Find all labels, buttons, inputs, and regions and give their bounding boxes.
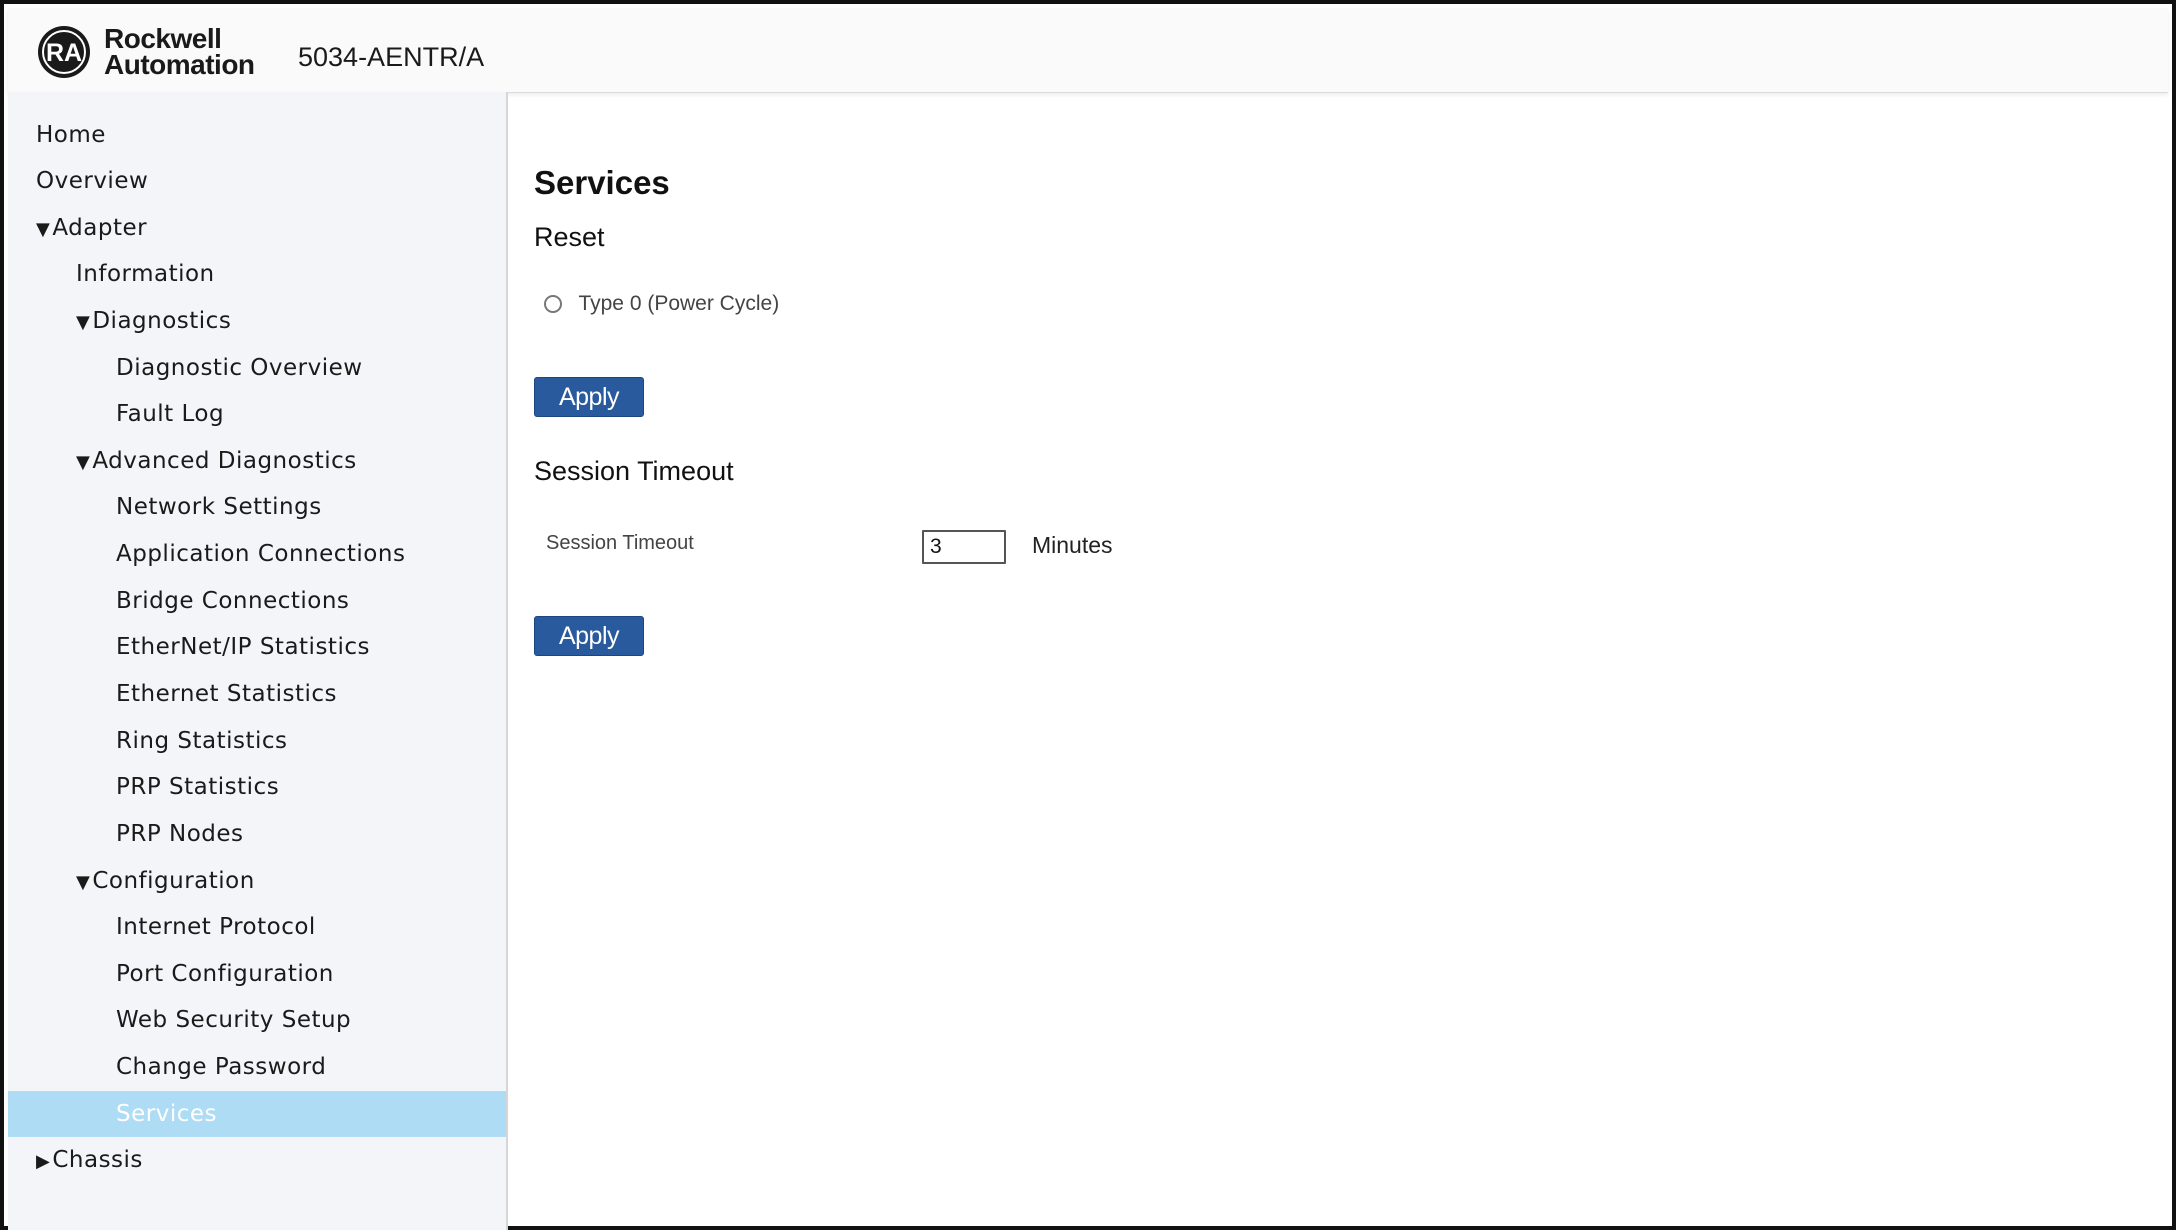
sidebar-item-label: Change Password <box>116 1054 327 1080</box>
logo-wordmark: Rockwell Automation <box>104 25 255 80</box>
sidebar-item-web-security-setup[interactable]: Web Security Setup <box>8 997 506 1043</box>
sidebar-item-label: Advanced Diagnostics <box>92 448 357 474</box>
sidebar-item-internet-protocol[interactable]: Internet Protocol <box>8 904 506 950</box>
browser-frame: RA Rockwell Automation 5034-AENTR/A Home… <box>0 0 2176 1230</box>
reset-heading: Reset <box>534 222 605 252</box>
caret-down-icon: ▼ <box>76 452 91 473</box>
sidebar-item-label: Chassis <box>52 1147 143 1173</box>
sidebar-item-diagnostics[interactable]: ▼Diagnostics <box>8 298 506 344</box>
power-cycle-radio[interactable] <box>544 295 562 313</box>
sidebar-item-label: Configuration <box>92 868 255 894</box>
sidebar-item-chassis[interactable]: ▶Chassis <box>8 1137 506 1183</box>
sidebar-item-label: Internet Protocol <box>116 914 316 940</box>
sidebar-item-adapter[interactable]: ▼Adapter <box>8 205 506 251</box>
sidebar-item-prp-nodes[interactable]: PRP Nodes <box>8 811 506 857</box>
ra-logo-icon: RA <box>38 26 90 78</box>
caret-down-icon: ▼ <box>36 219 51 240</box>
session-timeout-input[interactable] <box>922 530 1006 564</box>
sidebar-item-application-connections[interactable]: Application Connections <box>8 531 506 577</box>
device-title: 5034-AENTR/A <box>298 42 485 72</box>
sidebar-item-network-settings[interactable]: Network Settings <box>8 484 506 530</box>
sidebar-item-label: Fault Log <box>116 401 225 427</box>
minutes-label: Minutes <box>1032 532 1113 558</box>
sidebar-item-label: Port Configuration <box>116 961 334 987</box>
sidebar-item-port-configuration[interactable]: Port Configuration <box>8 951 506 997</box>
sidebar-item-services[interactable]: Services <box>8 1091 506 1137</box>
sidebar-item-label: Overview <box>36 168 149 194</box>
sidebar-item-label: PRP Nodes <box>116 821 244 847</box>
sidebar-item-label: Network Settings <box>116 494 322 520</box>
sidebar-item-label: Adapter <box>52 215 148 241</box>
caret-right-icon: ▶ <box>36 1151 51 1172</box>
sidebar-item-label: Application Connections <box>116 541 406 567</box>
sidebar-item-bridge-connections[interactable]: Bridge Connections <box>8 578 506 624</box>
sidebar-item-label: Ethernet Statistics <box>116 681 338 707</box>
reset-apply-button[interactable]: Apply <box>534 377 644 417</box>
sidebar-item-home[interactable]: Home <box>8 112 506 158</box>
sidebar-item-label: Information <box>76 261 215 287</box>
sidebar-item-fault-log[interactable]: Fault Log <box>8 391 506 437</box>
sidebar-item-change-password[interactable]: Change Password <box>8 1044 506 1090</box>
power-cycle-label: Type 0 (Power Cycle) <box>578 292 780 315</box>
session-timeout-heading: Session Timeout <box>534 456 734 486</box>
sidebar-item-label: Home <box>36 122 106 148</box>
caret-down-icon: ▼ <box>76 872 91 893</box>
rockwell-logo: RA Rockwell Automation <box>30 22 276 80</box>
sidebar-item-label: EtherNet/IP Statistics <box>116 634 370 660</box>
sidebar-item-label: Diagnostics <box>92 308 232 334</box>
sidebar-item-label: Bridge Connections <box>116 588 350 614</box>
sidebar-item-ring-statistics[interactable]: Ring Statistics <box>8 718 506 764</box>
reset-option-row[interactable]: Type 0 (Power Cycle) <box>544 292 779 322</box>
sidebar-item-overview[interactable]: Overview <box>8 158 506 204</box>
logo-mark-text: RA <box>46 39 82 67</box>
session-timeout-label: Session Timeout <box>546 532 694 554</box>
sidebar-nav: Home Overview ▼Adapter Information ▼Diag… <box>8 92 508 1230</box>
sidebar-item-advanced-diagnostics[interactable]: ▼Advanced Diagnostics <box>8 438 506 484</box>
caret-down-icon: ▼ <box>76 312 91 333</box>
sidebar-item-label: Diagnostic Overview <box>116 355 363 381</box>
logo-line2: Automation <box>104 49 255 80</box>
sidebar-item-prp-statistics[interactable]: PRP Statistics <box>8 764 506 810</box>
page-title: Services <box>534 164 670 201</box>
sidebar-item-label: Ring Statistics <box>116 728 288 754</box>
session-apply-button[interactable]: Apply <box>534 616 644 656</box>
sidebar-item-ethernet-statistics[interactable]: Ethernet Statistics <box>8 671 506 717</box>
sidebar-item-diagnostic-overview[interactable]: Diagnostic Overview <box>8 345 506 391</box>
sidebar-item-label: Services <box>116 1101 217 1127</box>
sidebar-item-label: PRP Statistics <box>116 774 280 800</box>
sidebar-item-ethernetip-statistics[interactable]: EtherNet/IP Statistics <box>8 624 506 670</box>
sidebar-item-information[interactable]: Information <box>8 251 506 297</box>
header-bar: RA Rockwell Automation 5034-AENTR/A <box>8 8 2168 93</box>
main-content: Services Reset Type 0 (Power Cycle) Appl… <box>534 92 2168 1222</box>
sidebar-item-configuration[interactable]: ▼Configuration <box>8 858 506 904</box>
sidebar-item-label: Web Security Setup <box>116 1007 352 1033</box>
